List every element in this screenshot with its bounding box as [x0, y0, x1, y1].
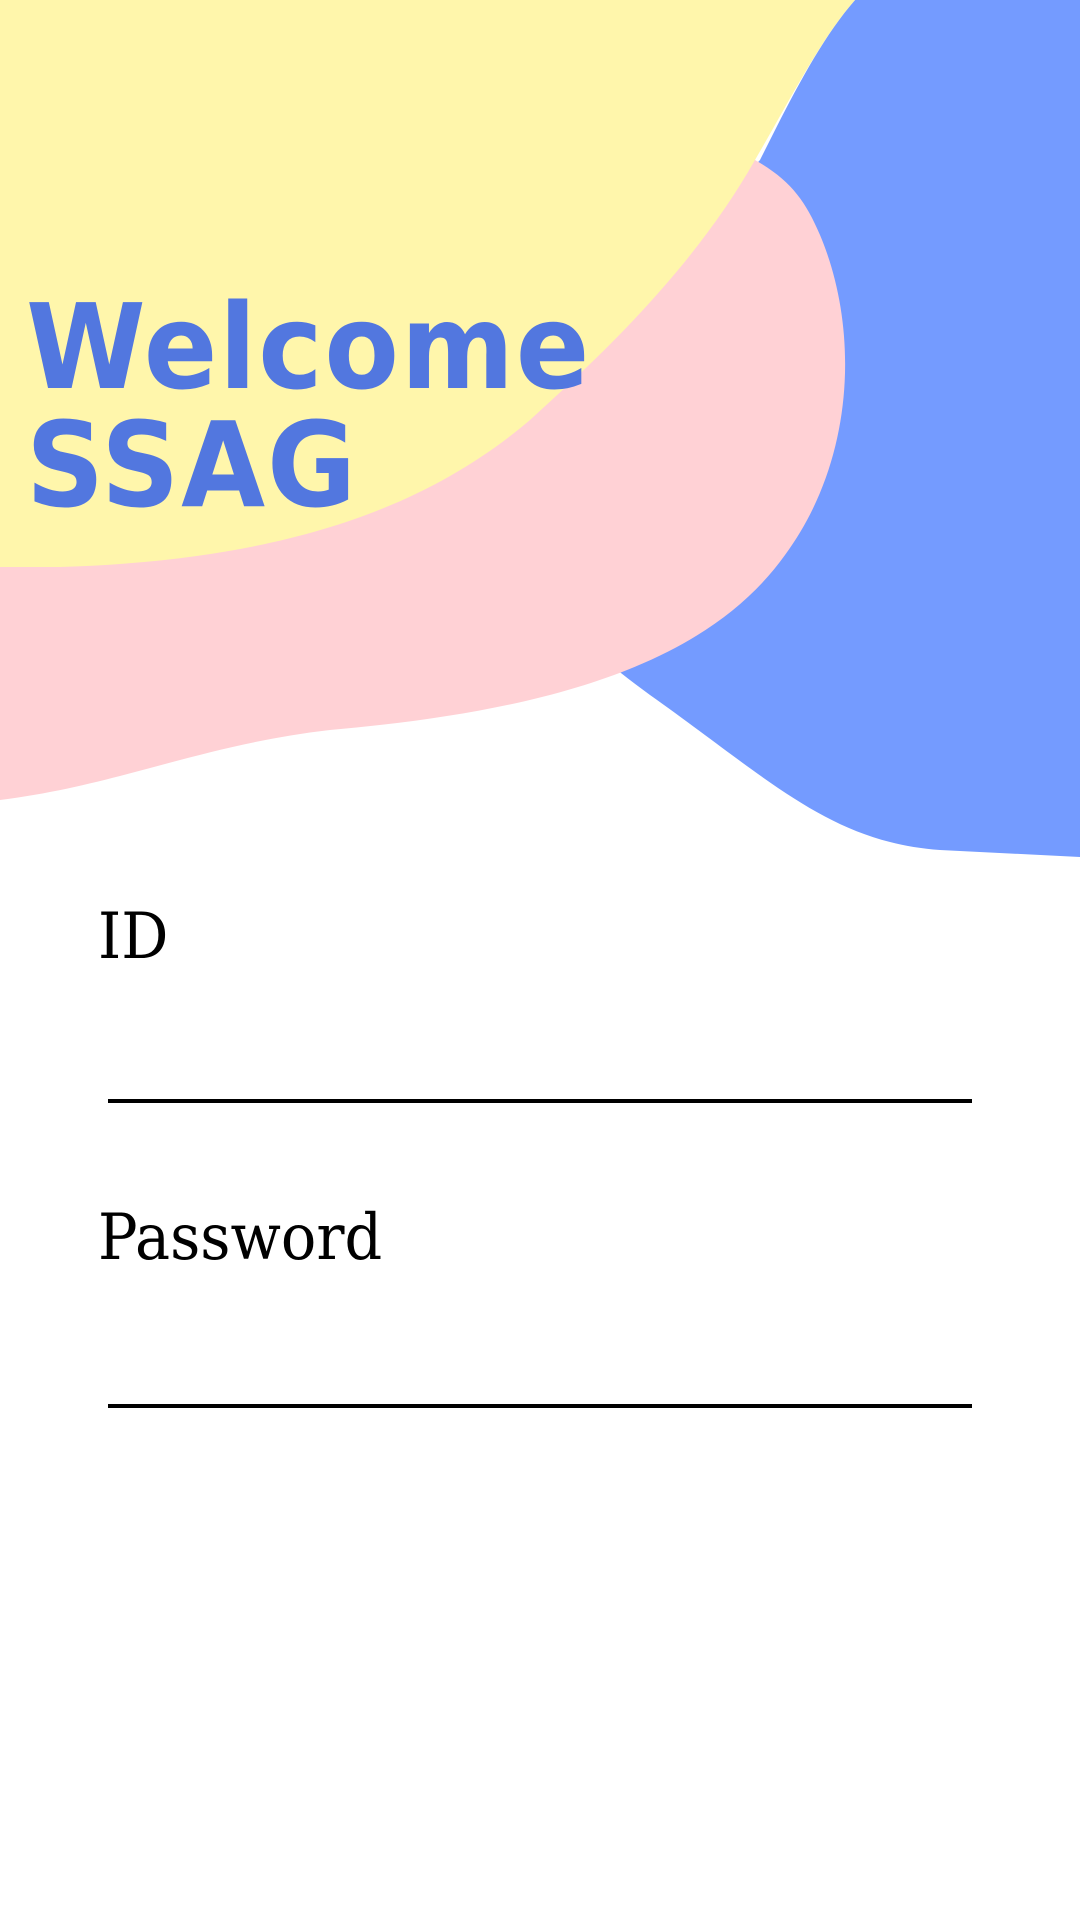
welcome-title-line1: Welcome: [26, 278, 592, 416]
welcome-title-line2: SSAG: [26, 396, 358, 534]
id-input[interactable]: [108, 1039, 972, 1103]
welcome-title: Welcome SSAG: [26, 288, 591, 524]
password-label: Password: [98, 1201, 383, 1275]
id-label: ID: [98, 900, 169, 974]
password-input[interactable]: [108, 1344, 972, 1408]
